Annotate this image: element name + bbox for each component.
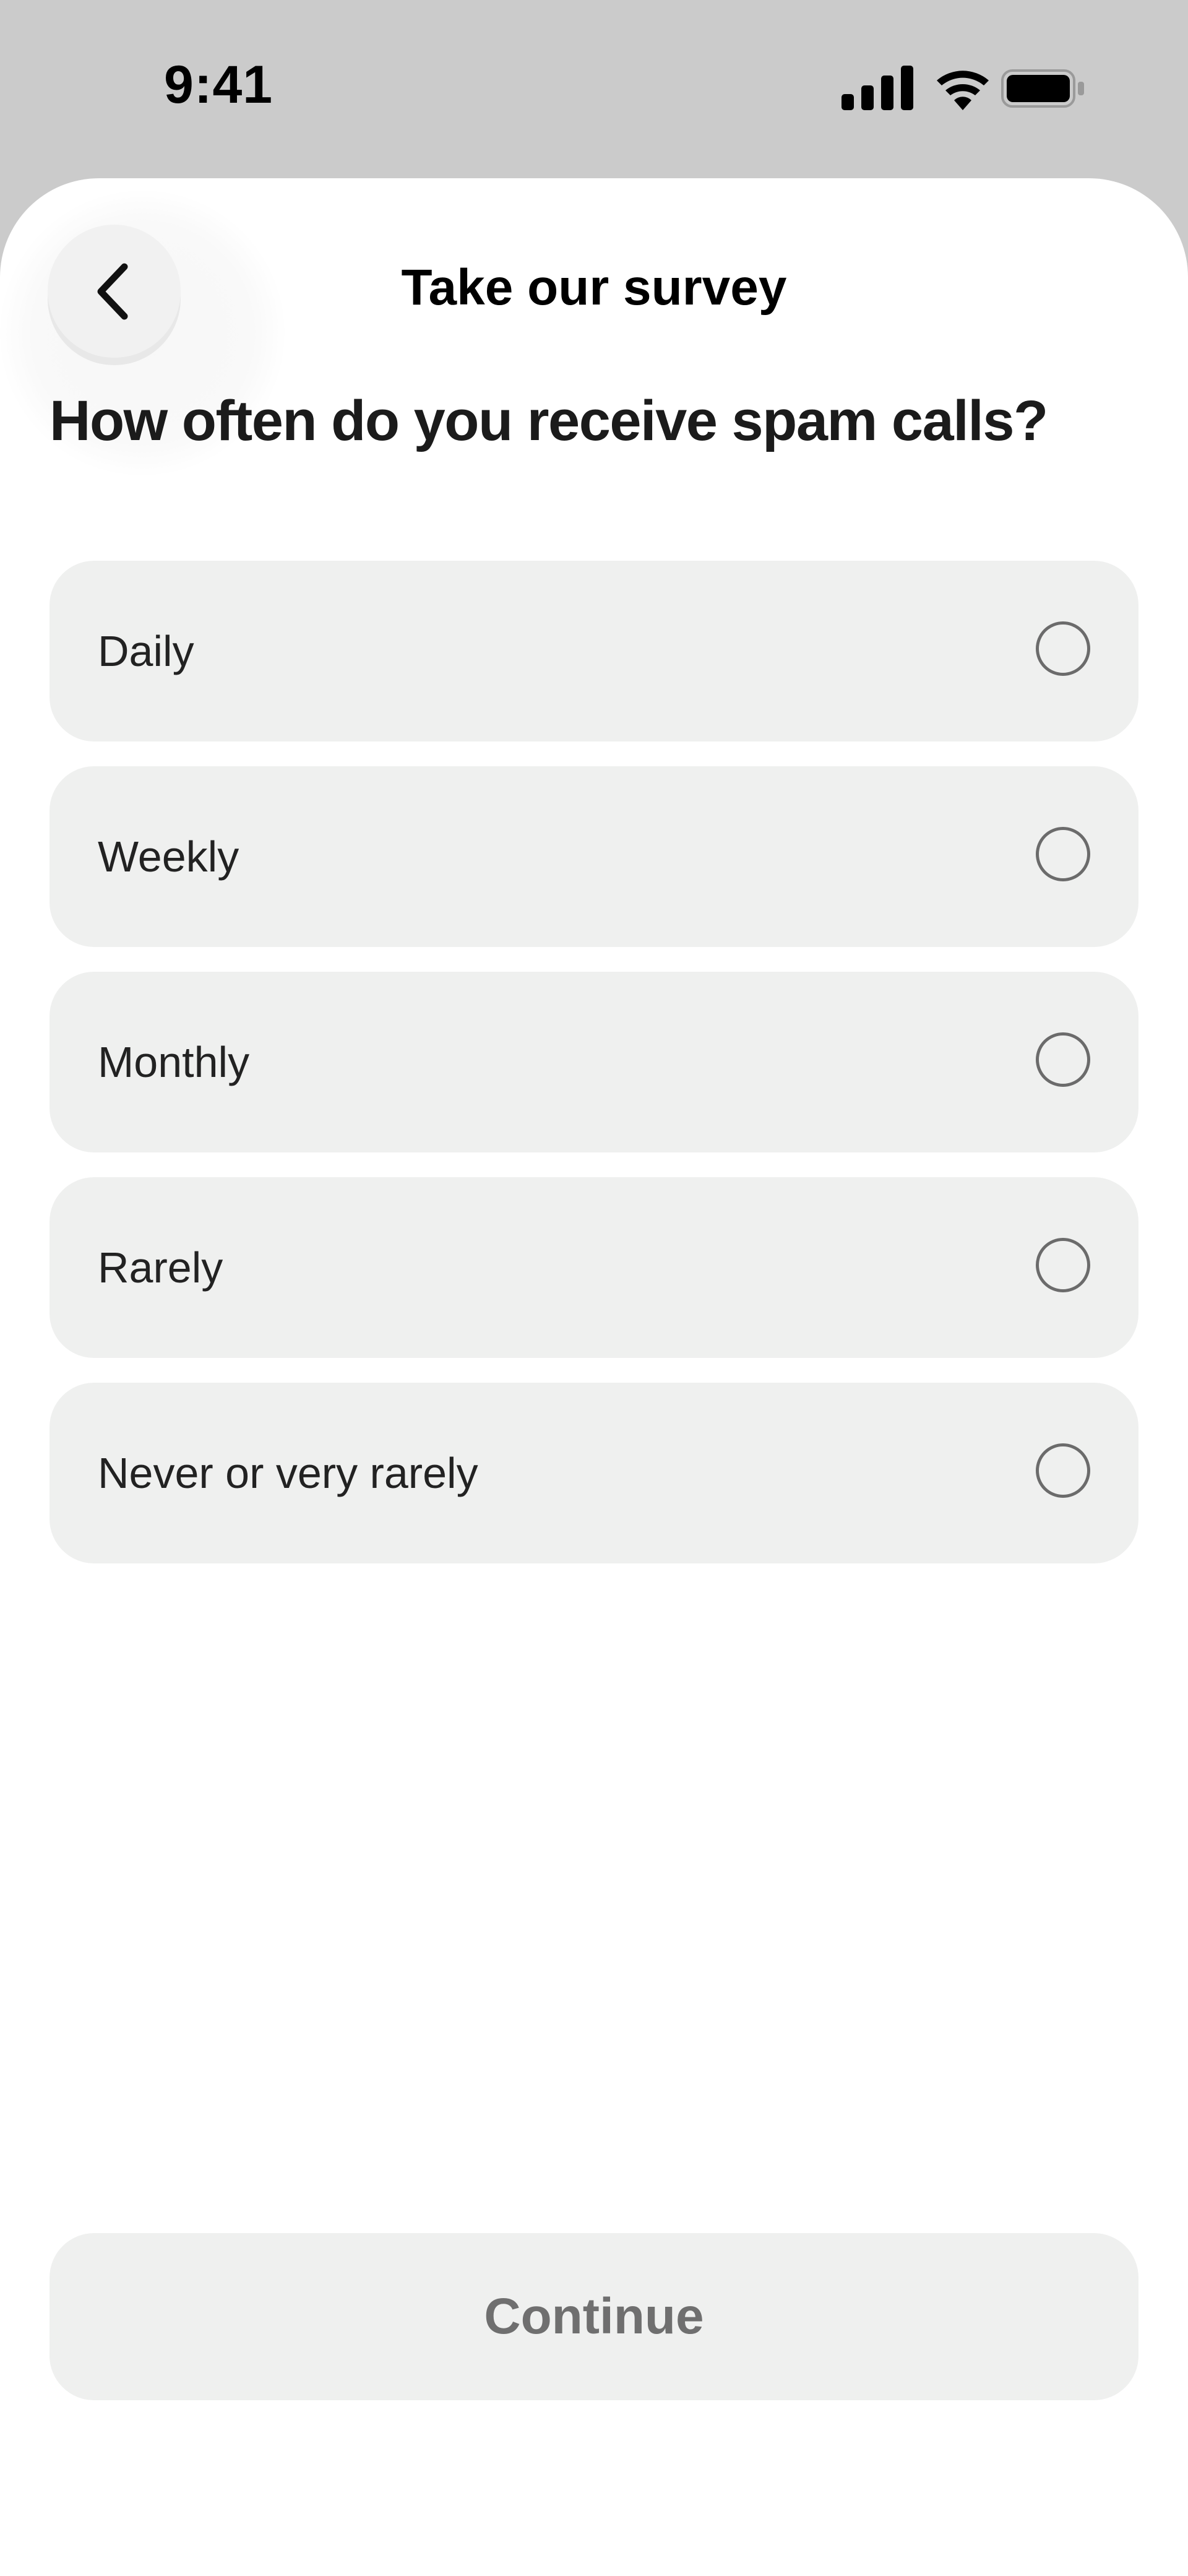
- radio-button[interactable]: [1036, 621, 1090, 676]
- status-icons: [842, 61, 1089, 116]
- option-label: Rarely: [98, 1243, 223, 1292]
- page-title: Take our survey: [401, 259, 787, 316]
- continue-button[interactable]: Continue: [50, 2233, 1138, 2400]
- option-label: Monthly: [98, 1038, 250, 1086]
- option-label: Never or very rarely: [98, 1449, 478, 1497]
- status-time: 9:41: [164, 55, 273, 115]
- radio-button[interactable]: [1036, 1238, 1090, 1292]
- option-rarely[interactable]: Rarely: [50, 1177, 1138, 1358]
- survey-question: How often do you receive spam calls?: [50, 389, 1048, 452]
- battery-icon: [1001, 69, 1084, 108]
- option-label: Weekly: [98, 832, 239, 881]
- status-bar: 9:41: [0, 0, 1188, 178]
- option-label: Daily: [98, 627, 194, 675]
- option-monthly[interactable]: Monthly: [50, 972, 1138, 1152]
- cellular-signal-icon: [842, 66, 913, 110]
- wifi-icon: [937, 71, 989, 110]
- options-list: Daily Weekly Monthly Rarely Never or ver…: [50, 561, 1138, 1588]
- option-never[interactable]: Never or very rarely: [50, 1383, 1138, 1563]
- option-weekly[interactable]: Weekly: [50, 766, 1138, 947]
- survey-sheet: Take our survey How often do you receive…: [0, 178, 1188, 2576]
- radio-button[interactable]: [1036, 1032, 1090, 1087]
- radio-button[interactable]: [1036, 827, 1090, 881]
- option-daily[interactable]: Daily: [50, 561, 1138, 741]
- radio-button[interactable]: [1036, 1443, 1090, 1498]
